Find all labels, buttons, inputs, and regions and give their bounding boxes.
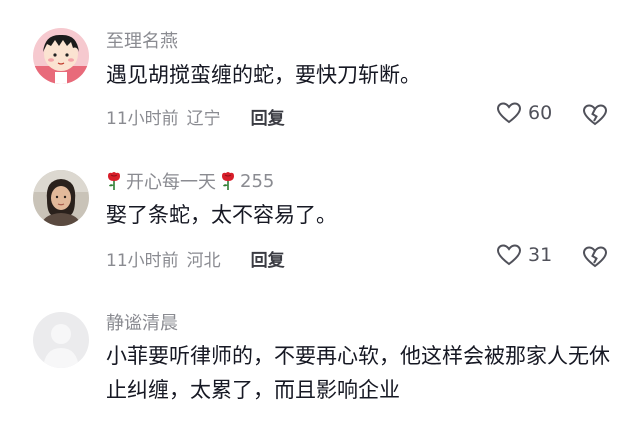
broken-heart-icon <box>582 246 608 268</box>
like-button[interactable]: 31 <box>496 243 552 267</box>
comment-meta: 11小时前 辽宁 回复 <box>106 104 285 129</box>
dislike-button[interactable] <box>582 245 608 273</box>
comment-text: 娶了条蛇，太不容易了。 <box>106 203 337 227</box>
comment-time: 11小时前 <box>106 251 179 271</box>
username[interactable]: 至理名燕 <box>106 27 178 53</box>
fans-count: 255 <box>240 170 275 192</box>
comment-location: 河北 <box>186 251 221 271</box>
username-text[interactable]: 静谧清晨 <box>106 309 178 335</box>
default-gray-avatar-icon <box>33 312 89 368</box>
heart-icon <box>496 102 522 124</box>
reply-button[interactable]: 回复 <box>251 104 285 129</box>
user-avatar[interactable] <box>33 28 89 84</box>
username-text[interactable]: 至理名燕 <box>106 27 178 53</box>
heart-icon <box>496 244 522 266</box>
reply-button[interactable]: 回复 <box>251 246 285 271</box>
broken-heart-icon <box>582 104 608 126</box>
username[interactable]: 静谧清晨 <box>106 309 178 335</box>
cartoon-girl-avatar-icon <box>33 28 89 84</box>
like-count: 60 <box>528 102 553 124</box>
comment-text: 遇见胡搅蛮缠的蛇，要快刀斩断。 <box>106 63 421 87</box>
user-avatar[interactable] <box>33 312 89 368</box>
comment-time: 11小时前 <box>106 109 179 129</box>
comment-meta: 11小时前 河北 回复 <box>106 246 285 271</box>
comment-location: 辽宁 <box>186 109 221 129</box>
woman-photo-avatar-icon <box>33 170 89 226</box>
comment-text: 小菲要听律师的，不要再心软，他这样会被那家人无休止纠缠，太累了，而且影响企业 <box>106 344 610 402</box>
username-text[interactable]: 开心每一天 <box>126 168 216 194</box>
dislike-button[interactable] <box>582 103 608 131</box>
like-count: 31 <box>528 244 553 266</box>
rose-icon <box>222 172 234 190</box>
username[interactable]: 开心每一天 255 <box>106 168 274 194</box>
rose-icon <box>108 172 120 190</box>
like-button[interactable]: 60 <box>496 101 552 125</box>
user-avatar[interactable] <box>33 170 89 226</box>
